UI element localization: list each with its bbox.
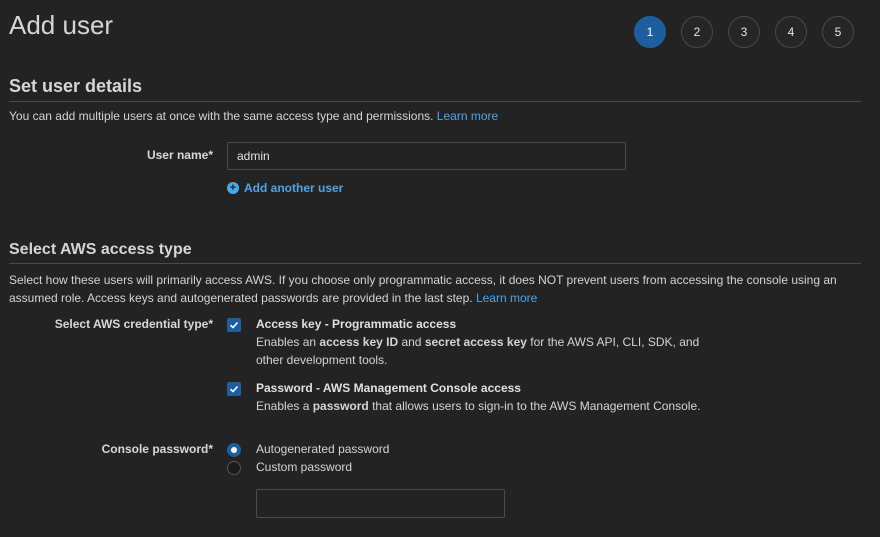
access-description-text: Select how these users will primarily ac… — [9, 273, 837, 305]
custom-password-input[interactable] — [256, 489, 505, 518]
add-another-user-label: Add another user — [244, 181, 344, 195]
autogenerated-password-label: Autogenerated password — [256, 442, 390, 456]
desc-text: Enables an — [256, 335, 320, 349]
desc-text: Enables a — [256, 399, 313, 413]
desc-bold: secret access key — [424, 335, 527, 349]
check-icon — [229, 321, 239, 329]
console-access-description: Enables a password that allows users to … — [256, 397, 816, 415]
step-2[interactable]: 2 — [681, 16, 713, 48]
add-another-user-link[interactable]: + Add another user — [227, 181, 343, 195]
custom-password-label: Custom password — [256, 460, 353, 474]
desc-text: and — [398, 335, 425, 349]
console-access-option: Password - AWS Management Console access… — [256, 379, 816, 415]
console-password-label: Console password* — [101, 442, 213, 456]
desc-bold: access key ID — [319, 335, 399, 349]
access-key-option: Access key - Programmatic access Enables… — [256, 315, 736, 369]
desc-text: that allows users to sign-in to the AWS … — [368, 399, 701, 413]
access-key-title: Access key - Programmatic access — [256, 317, 457, 331]
details-description: You can add multiple users at once with … — [9, 107, 869, 125]
desc-bold: password — [312, 399, 369, 413]
access-type-heading: Select AWS access type — [9, 241, 192, 258]
check-icon — [229, 385, 239, 393]
custom-password-radio[interactable] — [227, 461, 241, 475]
access-learn-more-link[interactable]: Learn more — [476, 291, 537, 305]
wizard-steps: 1 2 3 4 5 — [634, 16, 854, 48]
console-access-checkbox[interactable] — [227, 382, 241, 396]
user-name-input[interactable] — [227, 142, 626, 170]
step-5[interactable]: 5 — [822, 16, 854, 48]
desc-text: for the AWS API, CLI, SDK, and — [526, 335, 700, 349]
access-key-description: Enables an access key ID and secret acce… — [256, 333, 736, 369]
details-description-text: You can add multiple users at once with … — [9, 109, 434, 123]
console-access-title: Password - AWS Management Console access — [256, 381, 521, 395]
autogenerated-password-radio[interactable] — [227, 443, 241, 457]
step-3[interactable]: 3 — [728, 16, 760, 48]
credential-type-label: Select AWS credential type* — [54, 317, 213, 331]
details-learn-more-link[interactable]: Learn more — [437, 109, 498, 123]
page-title: Add user — [9, 10, 114, 40]
user-name-label: User name* — [146, 148, 213, 162]
plus-circle-icon: + — [227, 182, 239, 194]
access-description: Select how these users will primarily ac… — [9, 271, 869, 307]
divider — [9, 101, 861, 102]
step-1[interactable]: 1 — [634, 16, 666, 48]
set-user-details-heading: Set user details — [9, 76, 143, 96]
access-key-checkbox[interactable] — [227, 318, 241, 332]
desc-text: other development tools. — [256, 353, 388, 367]
step-4[interactable]: 4 — [775, 16, 807, 48]
divider — [9, 263, 861, 264]
